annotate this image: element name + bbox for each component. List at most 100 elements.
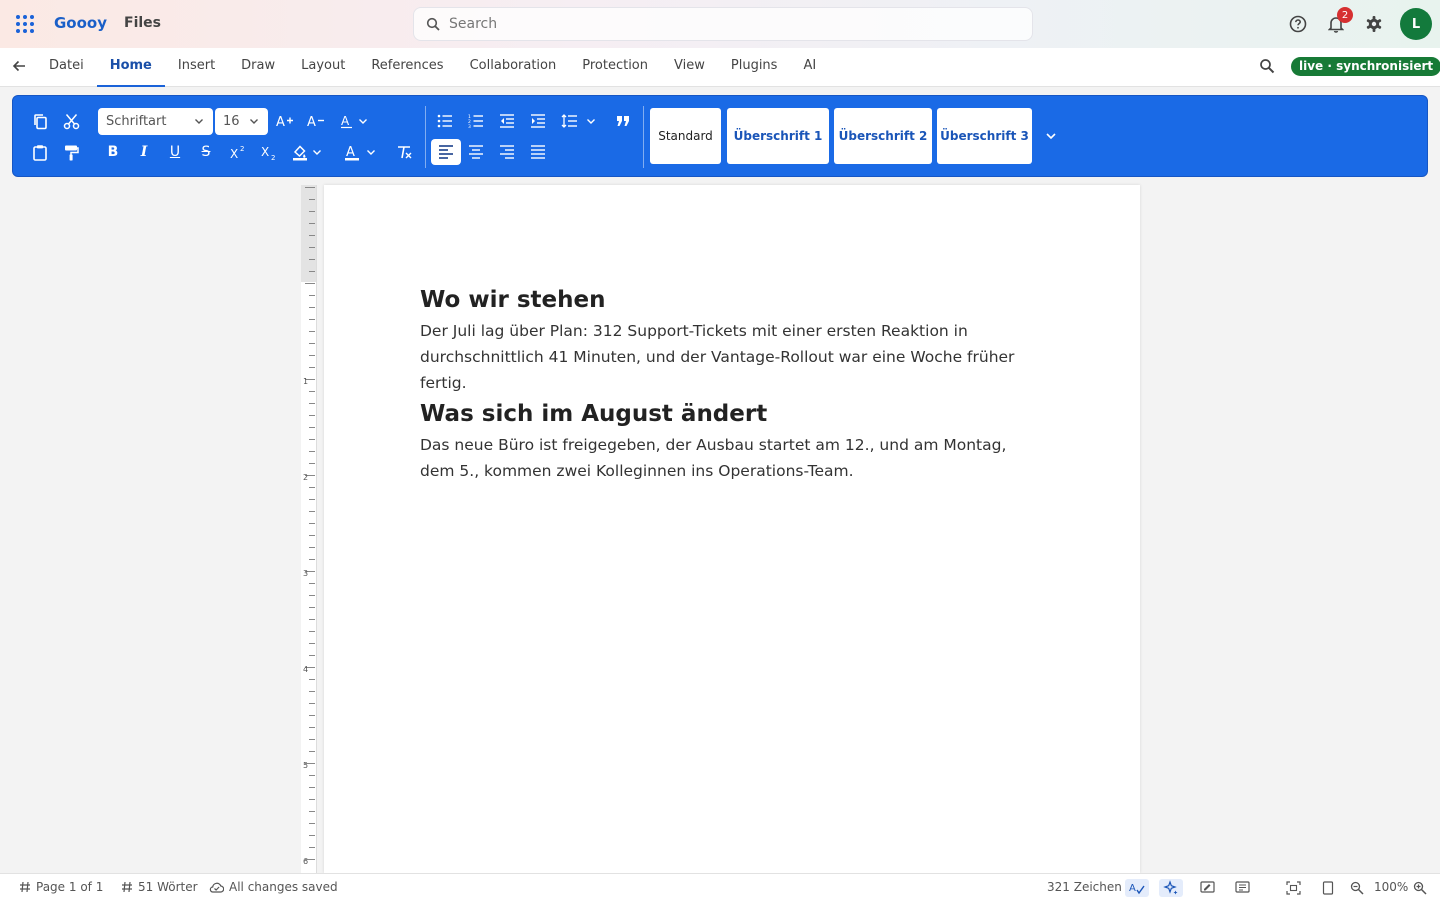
- increase-font-size-icon[interactable]: A: [271, 108, 299, 134]
- strikethrough-icon[interactable]: S: [192, 139, 220, 165]
- document-paragraph[interactable]: Der Juli lag über Plan: 312 Support-Tick…: [420, 318, 1040, 396]
- help-icon[interactable]: [1286, 12, 1310, 36]
- ai-sparkle-icon[interactable]: [1159, 879, 1183, 897]
- underline-icon[interactable]: U: [161, 139, 189, 165]
- chevron-down-icon[interactable]: [355, 108, 371, 134]
- decrease-indent-icon[interactable]: [493, 108, 521, 134]
- numbered-list-icon[interactable]: 123: [462, 108, 490, 134]
- tab-home[interactable]: Home: [96, 48, 166, 87]
- style-heading-3[interactable]: Überschrift 3: [937, 108, 1032, 164]
- style-heading-2[interactable]: Überschrift 2: [834, 108, 932, 164]
- ruler-tick: [309, 199, 315, 200]
- document-search-icon[interactable]: [1259, 58, 1275, 78]
- fit-page-icon[interactable]: [1284, 879, 1302, 897]
- page-view-icon[interactable]: [1319, 879, 1337, 897]
- chevron-down-icon[interactable]: [363, 139, 379, 165]
- tab-view[interactable]: View: [661, 48, 718, 87]
- ruler-tick: [309, 703, 315, 704]
- word-count[interactable]: 51 Wörter: [121, 880, 198, 894]
- ruler-tick: [309, 343, 315, 344]
- search-input[interactable]: [449, 16, 1009, 32]
- search-icon: [426, 17, 440, 31]
- home-ribbon: Schriftart 16 A A A B I U S X2 X2 A 1 2 …: [12, 95, 1428, 177]
- cut-scissors-icon[interactable]: [57, 108, 85, 134]
- decrease-font-size-icon[interactable]: A: [302, 108, 330, 134]
- subscript-icon[interactable]: X2: [255, 139, 283, 165]
- ruler-tick: [309, 355, 315, 356]
- document-paragraph[interactable]: Das neue Büro ist freigegeben, der Ausba…: [420, 432, 1040, 484]
- ruler-tick: [309, 223, 315, 224]
- bold-icon[interactable]: B: [99, 139, 127, 165]
- font-family-select[interactable]: Schriftart: [98, 108, 213, 135]
- bullet-list-icon[interactable]: [431, 108, 459, 134]
- align-left-icon[interactable]: [431, 139, 461, 165]
- paste-clipboard-icon[interactable]: [26, 139, 54, 165]
- document-body[interactable]: Wo wir stehen Der Juli lag über Plan: 31…: [420, 283, 1040, 484]
- tab-draw[interactable]: Draw: [228, 48, 288, 87]
- ruler-mark: 4: [303, 665, 309, 674]
- zoom-level[interactable]: 100%: [1374, 880, 1408, 894]
- ruler-tick: [309, 655, 315, 656]
- chevron-down-icon: [195, 119, 203, 124]
- align-right-icon[interactable]: [493, 139, 521, 165]
- tab-datei[interactable]: Datei: [36, 48, 97, 87]
- align-justify-icon[interactable]: [524, 139, 552, 165]
- chevron-down-icon[interactable]: [309, 139, 325, 165]
- zoom-in-icon[interactable]: [1411, 879, 1429, 897]
- font-size-select[interactable]: 16: [215, 108, 268, 135]
- track-changes-icon[interactable]: [1198, 879, 1216, 897]
- tab-ai[interactable]: AI: [790, 48, 829, 87]
- font-color-icon[interactable]: A: [338, 139, 366, 165]
- ruler-tick: [309, 403, 315, 404]
- svg-text:A: A: [346, 145, 355, 160]
- ruler-tick: [309, 787, 315, 788]
- copy-icon[interactable]: [26, 108, 54, 134]
- tab-layout[interactable]: Layout: [288, 48, 358, 87]
- brand-logo[interactable]: Goooy: [54, 14, 107, 32]
- italic-icon[interactable]: I: [130, 139, 158, 165]
- tab-insert[interactable]: Insert: [165, 48, 228, 87]
- zoom-out-icon[interactable]: [1348, 879, 1366, 897]
- chevron-down-icon[interactable]: [583, 108, 599, 134]
- comments-icon[interactable]: [1233, 879, 1251, 897]
- styles-expand-chevron-icon[interactable]: [1037, 123, 1065, 149]
- tab-protection[interactable]: Protection: [569, 48, 661, 87]
- format-painter-icon[interactable]: [57, 139, 85, 165]
- menu-bar: Datei Home Insert Draw Layout References…: [0, 48, 1440, 87]
- settings-gear-icon[interactable]: [1362, 12, 1386, 36]
- tab-references[interactable]: References: [358, 48, 456, 87]
- tab-plugins[interactable]: Plugins: [718, 48, 791, 87]
- document-page[interactable]: Wo wir stehen Der Juli lag über Plan: 31…: [324, 185, 1140, 873]
- hash-icon: [121, 881, 133, 893]
- quote-icon[interactable]: [609, 108, 637, 134]
- spellcheck-icon[interactable]: A: [1125, 879, 1149, 897]
- style-standard[interactable]: Standard: [650, 108, 721, 164]
- user-avatar[interactable]: L: [1400, 8, 1432, 40]
- document-heading[interactable]: Wo wir stehen: [420, 283, 1040, 317]
- back-arrow-icon[interactable]: [11, 58, 27, 78]
- section-title[interactable]: Files: [124, 15, 161, 31]
- align-center-icon[interactable]: [462, 139, 490, 165]
- page-count[interactable]: Page 1 of 1: [19, 880, 103, 894]
- char-count[interactable]: 321 Zeichen: [1047, 880, 1122, 894]
- increase-indent-icon[interactable]: [524, 108, 552, 134]
- ruler-tick: [309, 631, 315, 632]
- ruler-tick: [309, 391, 315, 392]
- ruler-tick: [309, 499, 315, 500]
- ruler-tick: [309, 331, 315, 332]
- vertical-ruler[interactable]: 1 2 3 4 5 6: [301, 185, 317, 873]
- ruler-tick: [309, 427, 315, 428]
- line-spacing-icon[interactable]: [555, 108, 583, 134]
- app-launcher-icon[interactable]: [16, 15, 34, 33]
- document-heading[interactable]: Was sich im August ändert: [420, 397, 1040, 431]
- search-box[interactable]: [413, 7, 1033, 41]
- save-status-label: All changes saved: [229, 880, 338, 894]
- superscript-icon[interactable]: X2: [224, 139, 252, 165]
- clear-formatting-icon[interactable]: [390, 139, 418, 165]
- svg-text:3: 3: [468, 124, 471, 128]
- ruler-tick: [309, 535, 315, 536]
- svg-text:A: A: [307, 115, 316, 129]
- tab-collaboration[interactable]: Collaboration: [457, 48, 570, 87]
- top-bar: Goooy Files 2 L: [0, 0, 1440, 48]
- style-heading-1[interactable]: Überschrift 1: [727, 108, 829, 164]
